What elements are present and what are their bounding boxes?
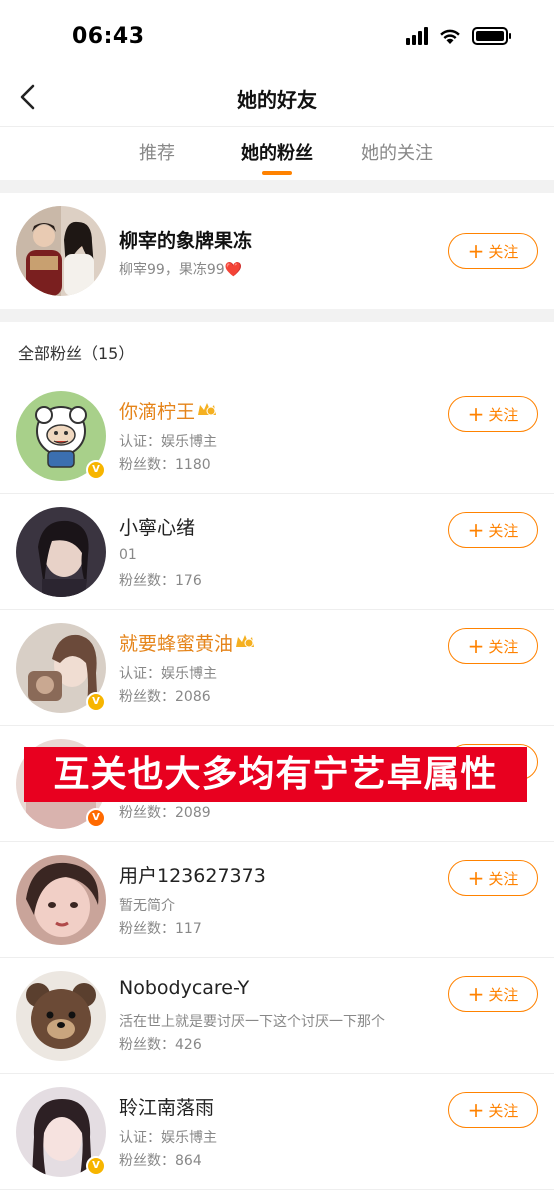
nav-bar: 她的好友 (0, 72, 554, 126)
fan-follower-count: 粉丝数：1180 (119, 457, 211, 473)
tab-active-indicator (262, 171, 292, 175)
fan-name[interactable]: Nobodycare-Y (119, 977, 249, 999)
user-name[interactable]: 柳宰的象牌果冻 (119, 226, 252, 253)
verified-badge-icon: V (86, 808, 106, 828)
user-subtitle: 柳宰99，果冻99❤️ (119, 262, 243, 278)
featured-user-row[interactable]: 柳宰的象牌果冻 柳宰99，果冻99❤️ + 关注 (0, 193, 554, 309)
follow-button[interactable]: +关注 (448, 396, 538, 432)
plus-icon: + (467, 634, 485, 658)
fan-follower-count: 粉丝数：176 (119, 573, 202, 589)
plus-icon: + (467, 982, 485, 1006)
follow-button[interactable]: +关注 (448, 233, 538, 269)
fan-row[interactable]: V 就要蜂蜜黄油 认证：娱乐博主 粉丝数：2086 + 关注 (0, 610, 554, 726)
page-title: 她的好友 (237, 88, 317, 112)
wifi-icon (440, 29, 460, 44)
overlay-caption: 互关也大多均有宁艺卓属性 (24, 747, 527, 802)
tab-her-following[interactable]: 她的关注 (337, 127, 457, 180)
fan-description: 认证：娱乐博主 (119, 666, 217, 682)
fan-description: 01 (119, 547, 137, 563)
tab-her-fans[interactable]: 她的粉丝 (217, 127, 337, 180)
status-bar: 06:43 (0, 0, 554, 72)
section-title: 全部粉丝（15） (18, 344, 135, 363)
fan-name[interactable]: 聆江南落雨 (119, 1093, 214, 1120)
section-divider (0, 180, 554, 193)
follow-button[interactable]: +关注 (448, 512, 538, 548)
fan-follower-count: 粉丝数：2086 (119, 689, 211, 705)
verified-badge-icon: V (86, 1156, 106, 1176)
plus-icon: + (467, 239, 485, 263)
plus-icon: + (467, 518, 485, 542)
battery-icon (472, 27, 511, 45)
fan-description: 认证：娱乐博主 (119, 434, 217, 450)
crown-icon (198, 403, 217, 416)
fan-name[interactable]: 小寧心绪 (119, 513, 195, 540)
fan-name[interactable]: 就要蜂蜜黄油 (119, 629, 255, 656)
fan-row[interactable]: V 你滴柠王 认证：娱乐博主 粉丝数：1180 + 关注 (0, 378, 554, 494)
fan-follower-count: 粉丝数：2089 (119, 805, 211, 821)
plus-icon: + (467, 866, 485, 890)
fan-description: 暂无简介 (119, 898, 175, 914)
tab-bar: 推荐 她的粉丝 她的关注 (0, 126, 554, 180)
signal-icon (406, 27, 428, 45)
avatar[interactable] (16, 971, 106, 1061)
follow-button[interactable]: +关注 (448, 1092, 538, 1128)
fan-row[interactable]: Nobodycare-Y 活在世上就是要讨厌一下这个讨厌一下那个 粉丝数：426… (0, 958, 554, 1074)
verified-badge-icon: V (86, 460, 106, 480)
fan-row[interactable]: 小寧心绪 01 粉丝数：176 + 关注 (0, 494, 554, 610)
fan-follower-count: 粉丝数：426 (119, 1037, 202, 1053)
heart-icon: ❤️ (224, 262, 243, 278)
fan-row[interactable]: V 聆江南落雨 认证：娱乐博主 粉丝数：864 + 关注 (0, 1074, 554, 1190)
status-time: 06:43 (72, 24, 145, 49)
avatar[interactable] (16, 855, 106, 945)
fan-row[interactable]: 用户123627373 暂无简介 粉丝数：117 + 关注 (0, 842, 554, 958)
follow-button[interactable]: +关注 (448, 628, 538, 664)
follow-button[interactable]: +关注 (448, 860, 538, 896)
avatar[interactable] (16, 206, 106, 296)
section-divider (0, 309, 554, 322)
avatar[interactable] (16, 507, 106, 597)
tab-recommend[interactable]: 推荐 (97, 127, 217, 180)
plus-icon: + (467, 402, 485, 426)
fan-follower-count: 粉丝数：864 (119, 1153, 202, 1169)
plus-icon: + (467, 1098, 485, 1122)
fan-name[interactable]: 用户123627373 (119, 861, 266, 888)
fan-description: 活在世上就是要讨厌一下这个讨厌一下那个 (119, 1014, 385, 1030)
verified-badge-icon: V (86, 692, 106, 712)
status-icons (406, 27, 511, 45)
follow-button[interactable]: +关注 (448, 976, 538, 1012)
fan-follower-count: 粉丝数：117 (119, 921, 202, 937)
crown-icon (236, 635, 255, 648)
fan-description: 认证：娱乐博主 (119, 1130, 217, 1146)
fan-name[interactable]: 你滴柠王 (119, 397, 217, 424)
